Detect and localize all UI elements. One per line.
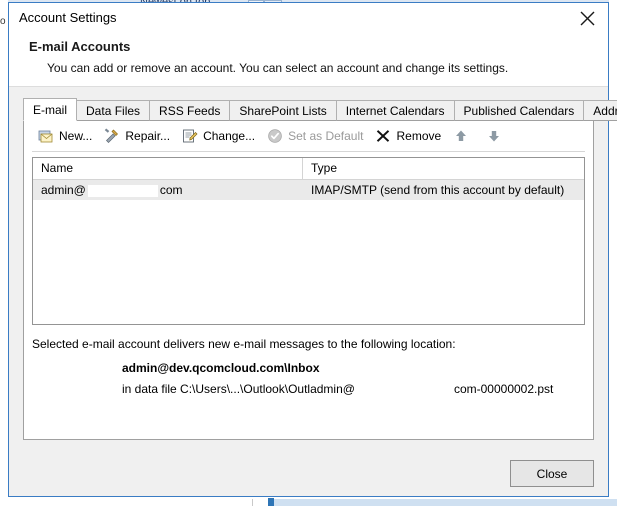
email-tab-panel: New... Repair... Change... Set as Defaul… [23,120,594,440]
tab-rss-feeds[interactable]: RSS Feeds [149,100,231,121]
redaction-block-datafile [356,383,452,396]
tab-address-books-label: Address Books [593,103,617,118]
background-left-edge: o [0,0,8,506]
repair-account-button[interactable]: Repair... [98,125,176,147]
delivery-data-file: in data file C:\Users\...\Outlook\Outlad… [122,382,553,396]
background-left-glyph: o [0,16,6,27]
accounts-listbox[interactable]: Name Type admin@ com IMAP/SMTP (send from… [32,157,585,325]
tab-email-label: E-mail [33,102,68,117]
data-file-suffix: com-00000002.pst [453,382,554,396]
tab-strip: E-mail Data Files RSS Feeds SharePoint L… [23,98,617,121]
repair-account-label: Repair... [125,129,171,143]
tab-internet-calendars[interactable]: Internet Calendars [335,100,455,121]
arrow-down-icon [486,128,502,144]
account-type-cell: IMAP/SMTP (send from this account by def… [311,183,565,197]
x-mark-icon [375,128,391,144]
tab-published-calendars[interactable]: Published Calendars [453,100,585,121]
tab-internet-calendars-label: Internet Calendars [345,103,445,118]
dialog-header-band: E-mail Accounts You can add or remove an… [9,33,608,87]
toolbar-divider [32,151,585,152]
dialog-titlebar: Account Settings [9,3,608,33]
account-name-suffix: com [159,183,183,197]
change-properties-icon [182,128,198,144]
accounts-table-header: Name Type [33,158,584,180]
dialog-footer: Close [9,452,608,496]
column-header-name[interactable]: Name [33,158,303,179]
table-row[interactable]: admin@ com IMAP/SMTP (send from this acco… [33,180,584,200]
tab-data-files-label: Data Files [86,103,141,118]
column-header-type[interactable]: Type [303,158,584,179]
page-subtitle: You can add or remove an account. You ca… [47,61,509,75]
set-as-default-button: Set as Default [261,125,369,147]
accounts-toolbar: New... Repair... Change... Set as Defaul… [24,121,593,151]
change-account-label: Change... [203,129,256,143]
repair-tools-icon [104,128,120,144]
delivery-location: admin@dev.qcomcloud.com\Inbox [122,361,320,375]
background-right-edge [609,0,617,506]
tab-sharepoint-lists[interactable]: SharePoint Lists [229,100,337,121]
page-title: E-mail Accounts [29,39,131,54]
background-bottom-band [274,499,617,506]
move-down-button[interactable] [480,125,513,147]
account-name-prefix: admin@ [41,183,86,197]
set-as-default-label: Set as Default [288,129,364,143]
close-button[interactable]: Close [510,460,594,487]
data-file-prefix: in data file C:\Users\...\Outlook\Outlad… [122,382,355,396]
remove-account-label: Remove [396,129,442,143]
dialog-title: Account Settings [19,10,117,25]
dialog-body: E-mail Data Files RSS Feeds SharePoint L… [9,87,617,452]
background-horizontal-scrollbar[interactable] [0,499,253,506]
move-up-button[interactable] [447,125,480,147]
close-icon[interactable] [566,3,608,33]
new-mail-icon [38,128,54,144]
tab-published-calendars-label: Published Calendars [463,103,575,118]
delivery-caption: Selected e-mail account delivers new e-m… [32,337,456,351]
tab-rss-feeds-label: RSS Feeds [159,103,221,118]
remove-account-button[interactable]: Remove [369,125,447,147]
account-name-cell: admin@ com [33,183,303,197]
redaction-block-domain [87,184,158,197]
tab-sharepoint-lists-label: SharePoint Lists [239,103,327,118]
tab-address-books[interactable]: Address Books [583,100,617,121]
new-account-button[interactable]: New... [32,125,98,147]
check-circle-icon [267,128,283,144]
new-account-label: New... [59,129,93,143]
arrow-up-icon [453,128,469,144]
tab-data-files[interactable]: Data Files [76,100,151,121]
change-account-button[interactable]: Change... [176,125,261,147]
tab-email[interactable]: E-mail [23,98,78,121]
background-scrollbar-thumb[interactable] [268,498,274,506]
account-settings-dialog: Account Settings E-mail Accounts You can… [8,2,617,497]
